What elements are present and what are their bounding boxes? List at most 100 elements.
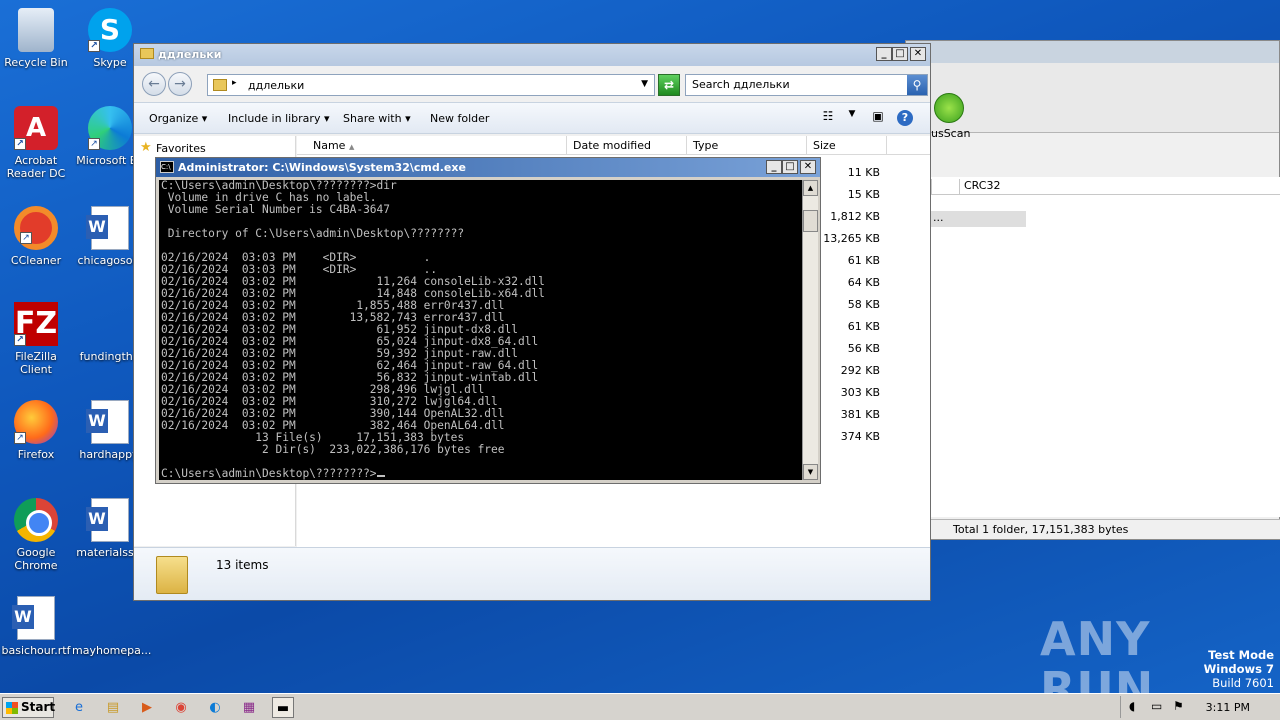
explorer-taskbar-icon[interactable]: ▤: [102, 697, 124, 718]
console-prompt: C:\Users\admin\Desktop\????????>: [161, 467, 377, 480]
close-button[interactable]: ✕: [800, 160, 816, 174]
share-with-button[interactable]: Share with ▾: [343, 112, 411, 125]
cmd-icon: C:\: [160, 161, 174, 173]
background-window-toolbar: [906, 63, 1279, 133]
volume-icon[interactable]: ◖: [1129, 699, 1135, 713]
forward-button[interactable]: →: [168, 72, 192, 96]
background-window-titlebar[interactable]: [906, 41, 1279, 63]
desktop-icon-basichour[interactable]: basichour.rtf: [0, 596, 74, 657]
explorer-toolbar: Organize ▾ Include in library ▾ Share wi…: [134, 102, 930, 134]
cmd-title: Administrator: C:\Windows\System32\cmd.e…: [178, 161, 466, 174]
item-count: 13 items: [216, 558, 269, 572]
desktop-icon-label: Firefox: [17, 448, 55, 461]
scroll-down-icon[interactable]: ▼: [803, 464, 818, 480]
background-list-row[interactable]: ...: [931, 211, 1026, 227]
file-size: 381 KB: [840, 408, 880, 421]
star-icon: ★: [140, 140, 152, 155]
console-text: C:\Users\admin\Desktop\????????>dir Volu…: [161, 180, 545, 456]
vertical-scrollbar[interactable]: ▲ ▼: [802, 180, 818, 480]
chevron-down-icon[interactable]: ▼: [641, 79, 648, 89]
cmd-taskbar-icon[interactable]: ▬: [272, 697, 294, 718]
address-path: ддлельки: [248, 79, 305, 92]
network-icon[interactable]: ▭: [1151, 699, 1162, 713]
preview-pane-icon[interactable]: ▣: [868, 109, 888, 127]
file-size: 56 KB: [847, 342, 880, 355]
console-output[interactable]: C:\Users\admin\Desktop\????????>dir Volu…: [159, 180, 802, 480]
flag-icon[interactable]: ⚑: [1173, 699, 1184, 713]
folder-icon: [156, 556, 188, 594]
file-size: 58 KB: [847, 298, 880, 311]
file-size: 61 KB: [847, 254, 880, 267]
desktop-icon-ccleaner[interactable]: ↗ CCleaner: [0, 206, 74, 267]
clock[interactable]: 3:11 PM: [1206, 701, 1250, 714]
scroll-up-icon[interactable]: ▲: [803, 180, 818, 196]
desktop-icon-filezilla[interactable]: FZ ↗ FileZilla Client: [0, 302, 74, 376]
edge-taskbar-icon[interactable]: ◐: [204, 697, 226, 718]
chevron-down-icon[interactable]: ▼: [842, 109, 862, 127]
desktop-icon-recycle-bin[interactable]: Recycle Bin: [0, 8, 74, 69]
back-button[interactable]: ←: [142, 72, 166, 96]
desktop-icon-label: mayhomepa...: [72, 644, 152, 657]
desktop-icon-chrome[interactable]: Google Chrome: [0, 498, 74, 572]
minimize-button[interactable]: _: [876, 47, 892, 61]
help-icon[interactable]: ?: [897, 110, 913, 126]
chrome-taskbar-icon[interactable]: ◉: [170, 697, 192, 718]
word-document-icon: [86, 498, 129, 542]
maximize-button[interactable]: □: [782, 160, 798, 174]
skype-icon: S ↗: [88, 8, 132, 52]
column-header-blank[interactable]: [931, 179, 959, 195]
system-tray: ◖ ▭ ⚑ 3:11 PM: [1120, 696, 1280, 718]
chrome-icon: [14, 498, 58, 542]
desktop-icon-acrobat[interactable]: A ↗ Acrobat Reader DC: [0, 106, 74, 180]
windows-version-line: Windows 7: [1203, 662, 1274, 676]
media-player-icon[interactable]: ▶: [136, 697, 158, 718]
winrar-taskbar-icon[interactable]: ▦: [238, 697, 260, 718]
column-header-date[interactable]: Date modified: [567, 136, 687, 155]
chevron-right-icon[interactable]: ▸: [232, 78, 237, 88]
background-app-window[interactable]: usScan CRC32 ... Total 1 folder, 17,151,…: [905, 40, 1280, 540]
desktop-icon-firefox[interactable]: ↗ Firefox: [0, 400, 74, 461]
start-button[interactable]: Start: [2, 697, 56, 718]
new-folder-button[interactable]: New folder: [430, 112, 489, 125]
column-header-size[interactable]: Size: [807, 136, 887, 155]
folder-icon: [140, 48, 154, 59]
build-line: Build 7601: [1212, 676, 1274, 690]
cmd-titlebar[interactable]: C:\ Administrator: C:\Windows\System32\c…: [156, 158, 820, 177]
ccleaner-icon: ↗: [14, 206, 58, 250]
desktop-icon-label: Skype: [93, 56, 127, 69]
background-file-list: [931, 195, 1280, 517]
organize-button[interactable]: Organize ▾: [149, 112, 207, 125]
column-header-crc32[interactable]: CRC32: [959, 179, 1029, 195]
address-bar-row: ← → ▸ ддлельки ▼ ⇄ Search ддлельки ⚲: [134, 66, 930, 102]
cmd-window[interactable]: C:\ Administrator: C:\Windows\System32\c…: [155, 157, 821, 484]
search-placeholder: Search ддлельки: [692, 78, 790, 91]
view-options-icon[interactable]: ☷: [818, 109, 838, 127]
filezilla-icon: FZ ↗: [14, 302, 58, 346]
maximize-button[interactable]: □: [892, 47, 908, 61]
scroll-thumb[interactable]: [803, 210, 818, 232]
virus-scan-icon[interactable]: [934, 93, 964, 123]
recycle-bin-icon: [18, 8, 54, 52]
search-input[interactable]: Search ддлельки ⚲: [685, 74, 928, 96]
file-size: 292 KB: [840, 364, 880, 377]
nav-favorites[interactable]: Favorites: [156, 142, 206, 155]
include-in-library-button[interactable]: Include in library ▾: [228, 112, 329, 125]
column-header-name[interactable]: Name ▲: [297, 136, 567, 155]
internet-explorer-icon[interactable]: e: [68, 697, 90, 718]
test-mode-line: Test Mode: [1208, 648, 1274, 662]
virus-scan-label[interactable]: usScan: [931, 127, 970, 140]
background-status-bar: Total 1 folder, 17,151,383 bytes: [931, 519, 1280, 539]
search-icon[interactable]: ⚲: [907, 75, 927, 95]
close-button[interactable]: ✕: [910, 47, 926, 61]
refresh-button[interactable]: ⇄: [658, 74, 680, 96]
desktop-icon-label: Acrobat Reader DC: [6, 154, 66, 180]
file-size: 11 KB: [847, 166, 880, 179]
minimize-button[interactable]: _: [766, 160, 782, 174]
folder-icon: [213, 79, 227, 91]
explorer-titlebar[interactable]: ддлельки _ □ ✕: [134, 44, 930, 66]
column-header-type[interactable]: Type: [687, 136, 807, 155]
edge-icon: ↗: [88, 106, 132, 150]
start-label: Start: [21, 700, 56, 714]
desktop-icon-mayhomepa[interactable]: mayhomepa...: [72, 596, 152, 657]
address-bar[interactable]: ▸ ддлельки ▼: [207, 74, 655, 96]
